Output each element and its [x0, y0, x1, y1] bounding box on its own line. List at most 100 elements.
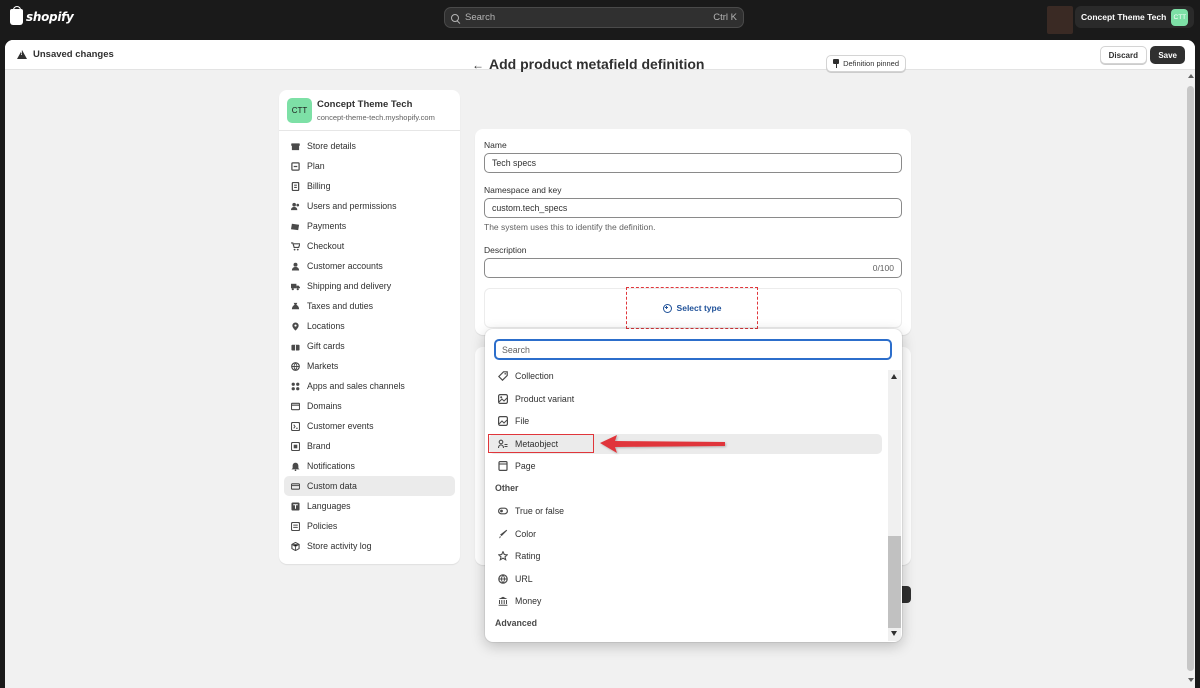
sidebar-item-label: Store activity log — [307, 541, 372, 551]
select-type-label: Select type — [676, 303, 722, 313]
sidebar-item-label: Languages — [307, 501, 351, 511]
sidebar-item-taxes-and-duties[interactable]: Taxes and duties — [284, 296, 455, 316]
type-option-label: Product variant — [515, 393, 575, 404]
sidebar-item-checkout[interactable]: Checkout — [284, 236, 455, 256]
store-title: Concept Theme Tech — [317, 98, 413, 110]
sidebar-item-gift-cards[interactable]: Gift cards — [284, 336, 455, 356]
definition-form-card: Name Tech specs Namespace and key custom… — [475, 129, 911, 335]
type-option-rating[interactable]: Rating — [489, 546, 882, 566]
bell-icon — [291, 462, 300, 471]
sidebar-item-brand[interactable]: Brand — [284, 436, 455, 456]
group-heading-other: Other — [495, 482, 519, 493]
collection-icon — [498, 371, 508, 381]
sidebar-item-plan[interactable]: Plan — [284, 156, 455, 176]
search-placeholder: Search — [465, 12, 496, 23]
type-option-label: Rating — [515, 551, 541, 561]
search-icon — [451, 13, 459, 22]
page-scroll-thumb[interactable] — [1187, 86, 1194, 671]
type-option-product-variant[interactable]: Product variant — [489, 389, 882, 409]
type-option-true-or-false[interactable]: True or false — [489, 501, 882, 521]
warning-icon — [17, 49, 27, 60]
select-type-button[interactable]: Select type — [626, 287, 758, 329]
sidebar-item-notifications[interactable]: Notifications — [284, 456, 455, 476]
page-scrollbar[interactable] — [1186, 70, 1195, 688]
sidebar-item-label: Brand — [307, 441, 331, 451]
variant-icon — [498, 393, 508, 404]
namespace-field[interactable]: custom.tech_specs — [484, 198, 902, 218]
log-icon — [291, 541, 300, 551]
save-button[interactable]: Save — [1150, 46, 1185, 64]
type-option-money[interactable]: Money — [489, 591, 882, 611]
type-option-file[interactable]: File — [489, 411, 882, 431]
type-option-color[interactable]: Color — [489, 524, 882, 544]
store-thumbnail — [1047, 6, 1073, 34]
unsaved-title: Unsaved changes — [33, 49, 114, 60]
shopify-logo[interactable]: shopify — [10, 6, 74, 25]
description-counter: 0/100 — [872, 263, 894, 273]
tax-icon — [291, 302, 300, 311]
data-icon — [291, 482, 300, 491]
sidebar-item-languages[interactable]: Languages — [284, 496, 455, 516]
type-option-label: Money — [515, 596, 542, 606]
plan-icon — [291, 161, 300, 171]
sidebar-item-payments[interactable]: Payments — [284, 216, 455, 236]
sidebar-item-custom-data[interactable]: Custom data — [284, 476, 455, 496]
type-option-url[interactable]: URL — [489, 569, 882, 589]
sidebar-item-markets[interactable]: Markets — [284, 356, 455, 376]
dropdown-scroll-up-icon[interactable] — [891, 374, 897, 379]
sidebar-item-label: Taxes and duties — [307, 301, 374, 311]
star-icon — [498, 551, 508, 561]
pinned-label: Definition pinned — [843, 59, 899, 68]
definition-pinned-button[interactable]: Definition pinned — [826, 55, 906, 72]
page-header: ← Add product metafield definition Defin… — [472, 55, 906, 75]
dropdown-scroll-down-icon[interactable] — [891, 631, 897, 636]
language-icon — [291, 501, 300, 511]
description-field[interactable]: 0/100 — [484, 258, 902, 278]
type-search-input[interactable]: Search — [494, 339, 892, 360]
plus-circle-icon — [662, 303, 672, 313]
sidebar-item-customer-accounts[interactable]: Customer accounts — [284, 256, 455, 276]
sidebar-item-label: Markets — [307, 361, 339, 371]
sidebar-item-locations[interactable]: Locations — [284, 316, 455, 336]
store-header: CTT Concept Theme Tech concept-theme-tec… — [279, 90, 460, 131]
globe-icon — [291, 361, 300, 371]
code-icon — [498, 641, 508, 642]
sidebar-item-customer-events[interactable]: Customer events — [284, 416, 455, 436]
sidebar-item-billing[interactable]: Billing — [284, 176, 455, 196]
sidebar-item-label: Users and permissions — [307, 201, 397, 211]
back-arrow-icon[interactable]: ← — [472, 58, 484, 72]
sidebar-item-label: Notifications — [307, 461, 355, 471]
sidebar-item-label: Customer events — [307, 421, 374, 431]
sidebar-item-label: Locations — [307, 321, 345, 331]
brand-icon — [291, 441, 300, 451]
scroll-up-icon[interactable] — [1187, 74, 1194, 78]
type-option-json[interactable]: JSON — [489, 636, 882, 642]
sidebar-item-label: Gift cards — [307, 341, 345, 351]
sidebar-item-apps-and-sales-channels[interactable]: Apps and sales channels — [284, 376, 455, 396]
dropdown-scroll-thumb[interactable] — [888, 536, 901, 628]
store-icon — [291, 142, 300, 151]
sidebar-item-users-and-permissions[interactable]: Users and permissions — [284, 196, 455, 216]
sidebar-item-label: Billing — [307, 181, 331, 191]
sidebar-item-policies[interactable]: Policies — [284, 516, 455, 536]
sidebar-item-domains[interactable]: Domains — [284, 396, 455, 416]
sidebar-item-store-activity-log[interactable]: Store activity log — [284, 536, 455, 556]
name-field[interactable]: Tech specs — [484, 153, 902, 173]
type-option-page[interactable]: Page — [489, 456, 882, 476]
type-option-collection[interactable]: Collection — [489, 366, 882, 386]
page-title: Add product metafield definition — [489, 56, 705, 72]
truck-icon — [291, 282, 300, 291]
sidebar-item-store-details[interactable]: Store details — [284, 136, 455, 156]
name-value: Tech specs — [492, 158, 537, 168]
page-icon — [498, 461, 508, 471]
discard-button[interactable]: Discard — [1099, 46, 1147, 64]
sidebar-item-label: Store details — [307, 141, 356, 151]
sidebar-item-shipping-and-delivery[interactable]: Shipping and delivery — [284, 276, 455, 296]
annotation-arrow-icon — [600, 435, 725, 453]
color-icon — [498, 529, 508, 539]
store-menu-button[interactable]: Concept Theme Tech CTT — [1075, 6, 1195, 28]
scroll-down-icon[interactable] — [1187, 678, 1194, 682]
sidebar-item-label: Policies — [307, 521, 338, 531]
global-search[interactable]: Search Ctrl K — [444, 7, 744, 28]
domain-icon — [291, 402, 300, 411]
